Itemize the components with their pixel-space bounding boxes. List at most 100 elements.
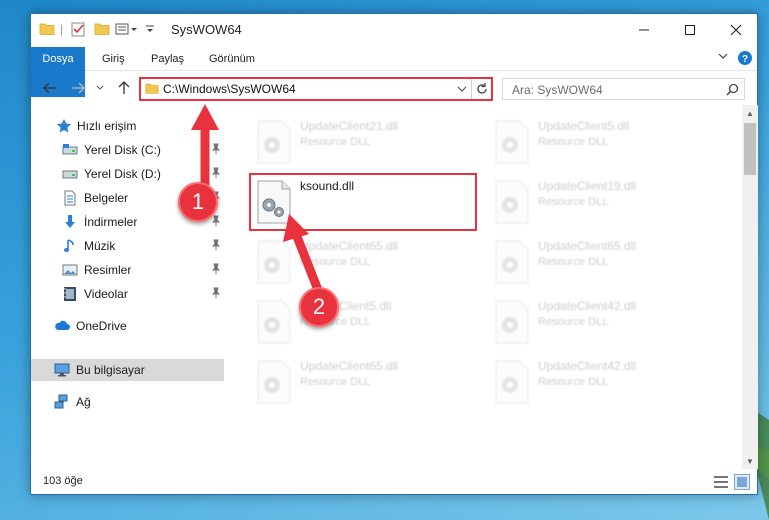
file-item[interactable]: UpdateClient5.dll Resource DLL bbox=[492, 119, 722, 169]
scroll-up-icon[interactable]: ▲ bbox=[745, 109, 755, 119]
file-type: Resource DLL bbox=[538, 256, 609, 268]
maximize-button[interactable] bbox=[667, 14, 713, 45]
file-name: UpdateClient65.dll bbox=[300, 359, 399, 373]
sidebar-item-music[interactable]: Müzik bbox=[31, 235, 224, 257]
file-item[interactable]: UpdateClient42.dll Resource DLL bbox=[492, 299, 722, 349]
refresh-icon[interactable] bbox=[475, 82, 489, 96]
folder-icon bbox=[39, 20, 55, 38]
address-divider bbox=[471, 79, 472, 99]
sidebar-label: Müzik bbox=[84, 239, 116, 253]
pin-icon[interactable] bbox=[210, 167, 222, 179]
expand-ribbon-button[interactable] bbox=[717, 50, 729, 62]
sidebar-label: Belgeler bbox=[84, 191, 129, 205]
recent-locations-button[interactable] bbox=[91, 79, 109, 97]
callout-step-1: 1 bbox=[178, 182, 218, 222]
sidebar-label: Yerel Disk (D:) bbox=[84, 167, 161, 181]
pin-icon[interactable] bbox=[210, 287, 222, 299]
file-type: Resource DLL bbox=[538, 316, 609, 328]
dll-file-icon bbox=[257, 360, 291, 404]
file-item[interactable]: UpdateClient42.dll Resource DLL bbox=[492, 359, 722, 409]
address-bar[interactable]: C:\Windows\SysWOW64 bbox=[139, 77, 493, 101]
new-folder-icon[interactable] bbox=[94, 20, 110, 38]
help-icon: ? bbox=[738, 51, 752, 65]
pin-icon[interactable] bbox=[210, 215, 222, 227]
file-item[interactable]: UpdateClient65.dll Resource DLL bbox=[492, 239, 722, 289]
tab-view[interactable]: Görünüm bbox=[207, 47, 257, 71]
navigation-bar: C:\Windows\SysWOW64 Ara: SysWOW64 bbox=[31, 71, 757, 105]
pin-icon[interactable] bbox=[210, 143, 222, 155]
sidebar-item-network[interactable]: Ağ bbox=[31, 391, 224, 413]
dll-file-icon bbox=[257, 120, 291, 164]
file-type: Resource DLL bbox=[538, 136, 609, 148]
file-item[interactable]: UpdateClient65.dll Resource DLL bbox=[254, 239, 484, 289]
window-title: SysWOW64 bbox=[171, 22, 242, 37]
file-explorer-window: | SysWOW64 Dosya Giriş Paylaş Görünüm ? … bbox=[30, 13, 758, 495]
sidebar-item-drive-c[interactable]: Yerel Disk (C:) bbox=[31, 139, 224, 161]
scrollbar-thumb[interactable] bbox=[744, 123, 756, 175]
customize-toolbar-icon[interactable] bbox=[115, 20, 141, 38]
chevron-down-icon bbox=[96, 85, 104, 90]
details-view-icon[interactable] bbox=[713, 474, 729, 490]
callout-step-2: 2 bbox=[299, 287, 339, 327]
forward-button[interactable] bbox=[69, 79, 87, 97]
computer-icon bbox=[54, 363, 70, 377]
sidebar-item-onedrive[interactable]: OneDrive bbox=[31, 315, 224, 337]
chevron-down-icon[interactable] bbox=[457, 85, 467, 93]
large-icons-view-icon[interactable] bbox=[734, 474, 750, 490]
dll-file-icon bbox=[495, 360, 529, 404]
help-button[interactable]: ? bbox=[737, 50, 753, 66]
file-type: Resource DLL bbox=[300, 376, 371, 388]
back-button[interactable] bbox=[41, 79, 59, 97]
dll-file-icon bbox=[495, 240, 529, 284]
quick-access-dropdown-icon[interactable] bbox=[145, 20, 155, 38]
title-bar: | SysWOW64 bbox=[31, 14, 757, 45]
file-item[interactable]: UpdateClient19.dll Resource DLL bbox=[492, 179, 722, 229]
dll-file-icon bbox=[257, 300, 291, 344]
address-path: C:\Windows\SysWOW64 bbox=[163, 82, 296, 96]
file-item[interactable]: UpdateClient65.dll Resource DLL bbox=[254, 359, 484, 409]
up-button[interactable] bbox=[115, 79, 133, 97]
close-button[interactable] bbox=[713, 14, 759, 45]
dll-file-icon bbox=[495, 180, 529, 224]
svg-text:?: ? bbox=[742, 54, 748, 65]
music-icon bbox=[64, 239, 74, 252]
search-icon[interactable] bbox=[726, 83, 739, 96]
maximize-icon bbox=[685, 24, 695, 35]
sidebar-item-this-pc[interactable]: Bu bilgisayar bbox=[31, 359, 224, 381]
minimize-icon bbox=[639, 29, 649, 30]
scroll-down-icon[interactable]: ▼ bbox=[745, 457, 755, 467]
tab-share[interactable]: Paylaş bbox=[149, 47, 186, 71]
sidebar-item-videos[interactable]: Videolar bbox=[31, 283, 224, 305]
file-type: Resource DLL bbox=[538, 196, 609, 208]
navigation-pane: Hızlı erişim Yerel Disk (C:) Yerel Disk … bbox=[31, 105, 224, 469]
item-count: 103 öğe bbox=[43, 475, 83, 487]
minimize-button[interactable] bbox=[621, 14, 667, 45]
sidebar-label: Videolar bbox=[84, 287, 128, 301]
star-icon bbox=[57, 119, 71, 133]
file-type: Resource DLL bbox=[300, 136, 371, 148]
file-item[interactable]: UpdateClient21.dll Resource DLL bbox=[254, 119, 484, 169]
highlight-box-ksound bbox=[249, 173, 477, 231]
file-list: UpdateClient21.dll Resource DLL ksound.d… bbox=[224, 105, 742, 469]
vertical-scrollbar[interactable]: ▲ ▼ bbox=[742, 105, 758, 469]
cloud-icon bbox=[55, 320, 70, 330]
file-name: UpdateClient65.dll bbox=[538, 239, 637, 253]
title-separator: | bbox=[60, 22, 64, 36]
search-box[interactable]: Ara: SysWOW64 bbox=[502, 78, 745, 100]
sidebar-label: Yerel Disk (C:) bbox=[84, 143, 161, 157]
sidebar-item-pictures[interactable]: Resimler bbox=[31, 259, 224, 281]
sidebar-label: Resimler bbox=[84, 263, 132, 277]
file-type: Resource DLL bbox=[538, 376, 609, 388]
search-input[interactable]: Ara: SysWOW64 bbox=[512, 83, 603, 97]
file-name: UpdateClient65.dll bbox=[300, 239, 399, 253]
sidebar-label: OneDrive bbox=[76, 319, 127, 333]
network-icon bbox=[54, 394, 68, 409]
file-item[interactable]: UpdateClient5.dll Resource DLL bbox=[254, 299, 484, 349]
downloads-icon bbox=[65, 215, 75, 228]
pin-icon[interactable] bbox=[210, 239, 222, 251]
file-name: UpdateClient21.dll bbox=[300, 119, 399, 133]
pin-icon[interactable] bbox=[210, 263, 222, 275]
tab-home[interactable]: Giriş bbox=[100, 47, 127, 71]
properties-icon[interactable] bbox=[71, 20, 86, 38]
sidebar-item-quick-access[interactable]: Hızlı erişim bbox=[31, 115, 224, 137]
